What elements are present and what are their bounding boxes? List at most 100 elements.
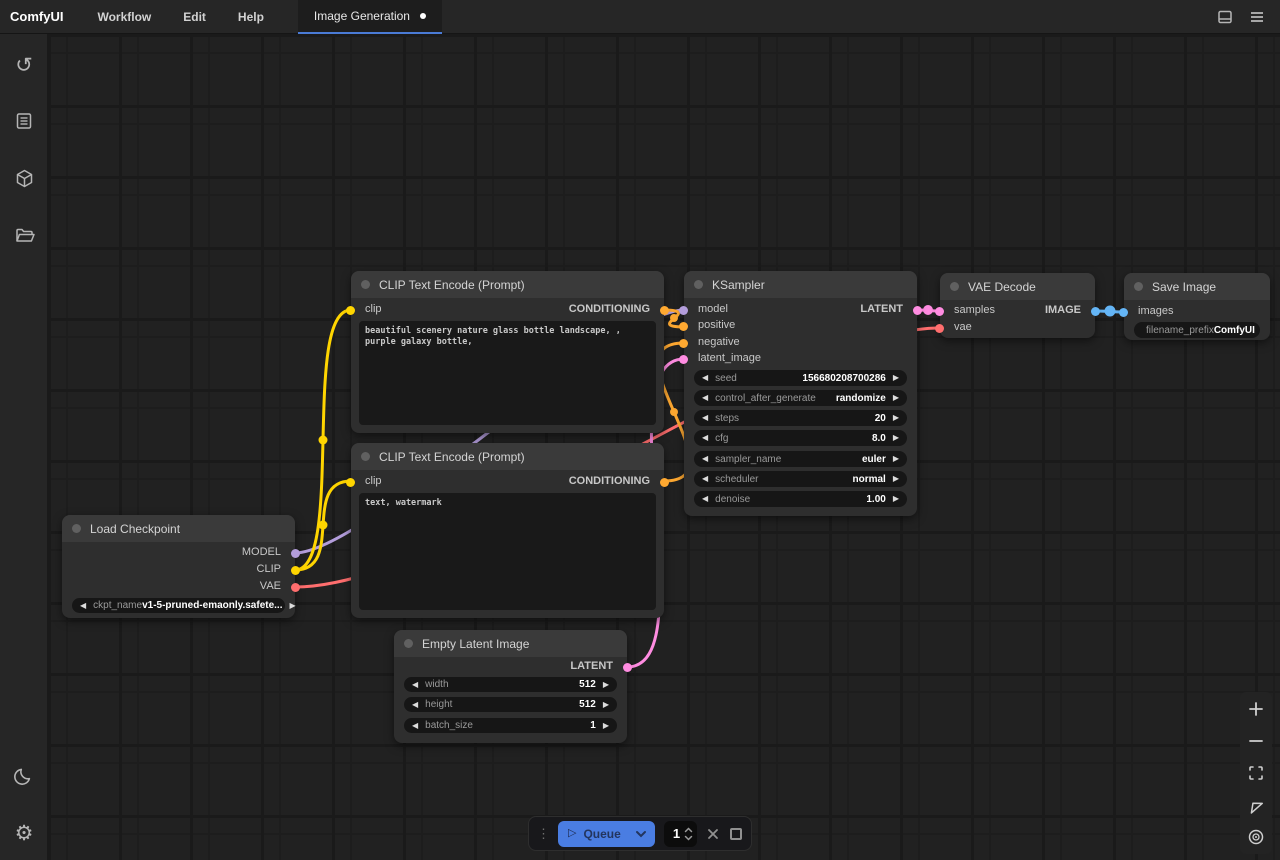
node-list-icon[interactable] bbox=[0, 108, 48, 134]
input-port-vae[interactable] bbox=[935, 324, 944, 333]
graph-canvas[interactable] bbox=[48, 34, 1280, 860]
widget-denoise[interactable]: ◀ denoise 1.00 ▶ bbox=[694, 491, 907, 507]
node-header[interactable]: KSampler bbox=[684, 271, 917, 298]
input-port-negative[interactable] bbox=[679, 339, 688, 348]
node-library-cube-icon[interactable] bbox=[0, 165, 48, 191]
theme-moon-icon[interactable] bbox=[0, 763, 48, 789]
toggle-links-eye-button[interactable] bbox=[1245, 826, 1267, 848]
prev-value-icon[interactable]: ◀ bbox=[702, 394, 708, 402]
output-port-clip[interactable] bbox=[291, 566, 300, 575]
settings-gear-icon[interactable]: ⚙ bbox=[0, 820, 48, 846]
node-header[interactable]: Save Image bbox=[1124, 273, 1270, 300]
node-load-checkpoint[interactable]: Load Checkpoint MODEL CLIP VAE ◀ ckpt_na… bbox=[62, 515, 295, 618]
prev-value-icon[interactable]: ◀ bbox=[702, 455, 708, 463]
widget-ckpt-name[interactable]: ◀ ckpt_name v1-5-pruned-emaonly.safete..… bbox=[72, 598, 285, 613]
next-value-icon[interactable]: ▶ bbox=[893, 414, 899, 422]
node-vae-decode[interactable]: VAE Decode samples vae IMAGE bbox=[940, 273, 1095, 338]
menu-workflow[interactable]: Workflow bbox=[81, 10, 167, 24]
widget-control-after-generate[interactable]: ◀ control_after_generate randomize ▶ bbox=[694, 390, 907, 406]
collapse-dot[interactable] bbox=[404, 639, 413, 648]
menu-edit[interactable]: Edit bbox=[167, 10, 222, 24]
spinner-down-icon[interactable] bbox=[684, 835, 693, 841]
output-port-conditioning[interactable] bbox=[660, 306, 669, 315]
widget-batch-size[interactable]: ◀ batch_size 1 ▶ bbox=[404, 718, 617, 733]
node-header[interactable]: VAE Decode bbox=[940, 273, 1095, 300]
zoom-in-button[interactable] bbox=[1245, 698, 1267, 720]
output-port-model[interactable] bbox=[291, 549, 300, 558]
widget-sampler-name[interactable]: ◀ sampler_name euler ▶ bbox=[694, 451, 907, 467]
prev-value-icon[interactable]: ◀ bbox=[702, 475, 708, 483]
node-save-image[interactable]: Save Image images filename_prefix ComfyU… bbox=[1124, 273, 1270, 340]
next-value-icon[interactable]: ▶ bbox=[893, 374, 899, 382]
collapse-dot[interactable] bbox=[72, 524, 81, 533]
next-value-icon[interactable]: ▶ bbox=[603, 722, 609, 730]
output-port-vae[interactable] bbox=[291, 583, 300, 592]
next-value-icon[interactable]: ▶ bbox=[893, 475, 899, 483]
widget-filename-prefix[interactable]: filename_prefix ComfyUI bbox=[1134, 322, 1260, 338]
node-empty-latent-image[interactable]: Empty Latent Image LATENT ◀ width 512 ▶ … bbox=[394, 630, 627, 743]
collapse-dot[interactable] bbox=[950, 282, 959, 291]
widget-cfg[interactable]: ◀ cfg 8.0 ▶ bbox=[694, 430, 907, 446]
collapse-dot[interactable] bbox=[361, 452, 370, 461]
input-port-clip[interactable] bbox=[346, 478, 355, 487]
zoom-out-button[interactable] bbox=[1245, 730, 1267, 752]
node-header[interactable]: Load Checkpoint bbox=[62, 515, 295, 542]
input-port-images[interactable] bbox=[1119, 308, 1128, 317]
batch-count-input[interactable]: 1 bbox=[664, 821, 697, 847]
widget-seed[interactable]: ◀ seed 156680208700286 ▶ bbox=[694, 370, 907, 386]
queue-button[interactable]: ▷ Queue bbox=[558, 827, 631, 841]
node-header[interactable]: Empty Latent Image bbox=[394, 630, 627, 657]
prev-value-icon[interactable]: ◀ bbox=[702, 495, 708, 503]
widget-scheduler[interactable]: ◀ scheduler normal ▶ bbox=[694, 471, 907, 487]
workflow-tab[interactable]: Image Generation bbox=[298, 0, 442, 34]
collapse-dot[interactable] bbox=[694, 280, 703, 289]
prompt-textarea[interactable]: text, watermark bbox=[359, 493, 656, 610]
prev-value-icon[interactable]: ◀ bbox=[702, 434, 708, 442]
prev-value-icon[interactable]: ◀ bbox=[702, 414, 708, 422]
prompt-textarea[interactable]: beautiful scenery nature glass bottle la… bbox=[359, 321, 656, 425]
next-value-icon[interactable]: ▶ bbox=[893, 434, 899, 442]
widget-height[interactable]: ◀ height 512 ▶ bbox=[404, 697, 617, 712]
menu-help[interactable]: Help bbox=[222, 10, 280, 24]
node-ksampler[interactable]: KSampler model positive negative latent_… bbox=[684, 271, 917, 516]
workflows-folder-icon[interactable] bbox=[0, 222, 48, 248]
hamburger-menu-icon[interactable] bbox=[1248, 8, 1266, 26]
output-port-image[interactable] bbox=[1091, 307, 1100, 316]
node-header[interactable]: CLIP Text Encode (Prompt) bbox=[351, 443, 664, 470]
node-header[interactable]: CLIP Text Encode (Prompt) bbox=[351, 271, 664, 298]
stop-button[interactable] bbox=[729, 828, 743, 840]
panel-toggle-icon[interactable] bbox=[1216, 8, 1234, 26]
output-port-conditioning[interactable] bbox=[660, 478, 669, 487]
next-value-icon[interactable]: ▶ bbox=[893, 455, 899, 463]
next-value-icon[interactable]: ▶ bbox=[603, 681, 609, 689]
select-mode-button[interactable] bbox=[1245, 794, 1267, 816]
output-port-latent[interactable] bbox=[623, 663, 632, 672]
node-clip-text-encode-positive[interactable]: CLIP Text Encode (Prompt) clip CONDITION… bbox=[351, 271, 664, 433]
prev-value-icon[interactable]: ◀ bbox=[412, 701, 418, 709]
fit-view-button[interactable] bbox=[1245, 762, 1267, 784]
collapse-dot[interactable] bbox=[361, 280, 370, 289]
clear-queue-button[interactable] bbox=[706, 827, 720, 841]
next-value-icon[interactable]: ▶ bbox=[603, 701, 609, 709]
input-port-samples[interactable] bbox=[935, 307, 944, 316]
prev-value-icon[interactable]: ◀ bbox=[412, 722, 418, 730]
prev-value-icon[interactable]: ◀ bbox=[80, 602, 86, 610]
next-value-icon[interactable]: ▶ bbox=[893, 495, 899, 503]
next-value-icon[interactable]: ▶ bbox=[893, 394, 899, 402]
input-port-model[interactable] bbox=[679, 306, 688, 315]
prev-value-icon[interactable]: ◀ bbox=[412, 681, 418, 689]
spinner-up-icon[interactable] bbox=[684, 827, 693, 833]
queue-history-icon[interactable]: ↺ bbox=[0, 52, 48, 78]
next-value-icon[interactable]: ▶ bbox=[290, 602, 296, 610]
input-port-latent-image[interactable] bbox=[679, 355, 688, 364]
output-port-latent[interactable] bbox=[913, 306, 922, 315]
input-port-clip[interactable] bbox=[346, 306, 355, 315]
node-clip-text-encode-negative[interactable]: CLIP Text Encode (Prompt) clip CONDITION… bbox=[351, 443, 664, 618]
collapse-dot[interactable] bbox=[1134, 282, 1143, 291]
widget-width[interactable]: ◀ width 512 ▶ bbox=[404, 677, 617, 692]
queue-options-dropdown[interactable] bbox=[631, 830, 655, 838]
widget-steps[interactable]: ◀ steps 20 ▶ bbox=[694, 410, 907, 426]
prev-value-icon[interactable]: ◀ bbox=[702, 374, 708, 382]
drag-handle-icon[interactable]: ⋮ bbox=[537, 826, 549, 842]
batch-count-spinner[interactable] bbox=[684, 827, 693, 841]
